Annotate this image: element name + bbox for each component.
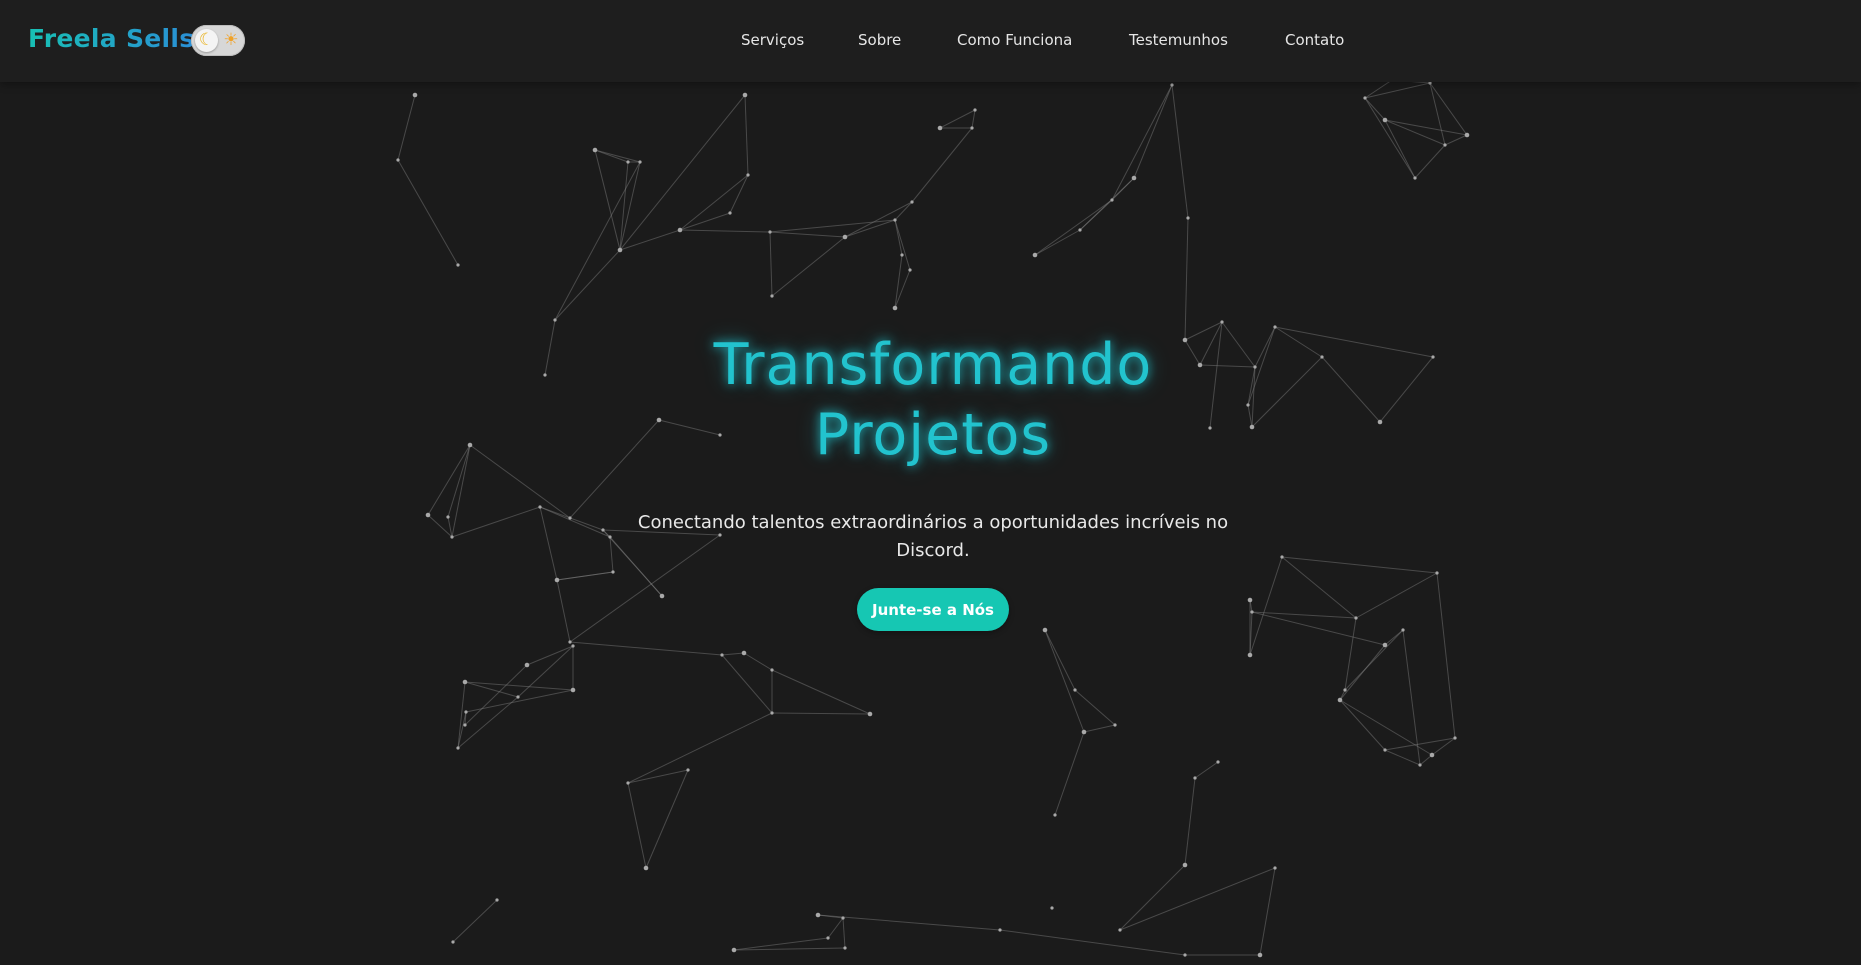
hero-title-line-1: Transformando xyxy=(713,332,1153,398)
nav-link-sobre[interactable]: Sobre xyxy=(858,30,901,54)
hero-title: Transformando Projetos xyxy=(530,330,1336,470)
nav-link-servicos[interactable]: Serviços xyxy=(741,30,804,54)
nav-links: Serviços Sobre Como Funciona Testemunhos… xyxy=(0,30,1861,54)
hero-subtitle: Conectando talentos extraordinários a op… xyxy=(620,509,1246,565)
hero-title-line-2: Projetos xyxy=(814,402,1052,468)
hero-section: Transformando Projetos Conectando talent… xyxy=(0,0,1861,965)
nav-link-como-funciona[interactable]: Como Funciona xyxy=(957,30,1072,54)
nav-link-testemunhos[interactable]: Testemunhos xyxy=(1129,30,1228,54)
navbar: Freela Sells ☾ ☀ Serviços Sobre Como Fun… xyxy=(0,0,1861,82)
hero-subtitle-line-2: Discord. xyxy=(896,540,970,561)
landing-page: Freela Sells ☾ ☀ Serviços Sobre Como Fun… xyxy=(0,0,1861,965)
nav-link-contato[interactable]: Contato xyxy=(1285,30,1344,54)
hero-subtitle-line-1: Conectando talentos extraordinários a op… xyxy=(637,512,1229,533)
join-us-button[interactable]: Junte-se a Nós xyxy=(857,588,1009,631)
